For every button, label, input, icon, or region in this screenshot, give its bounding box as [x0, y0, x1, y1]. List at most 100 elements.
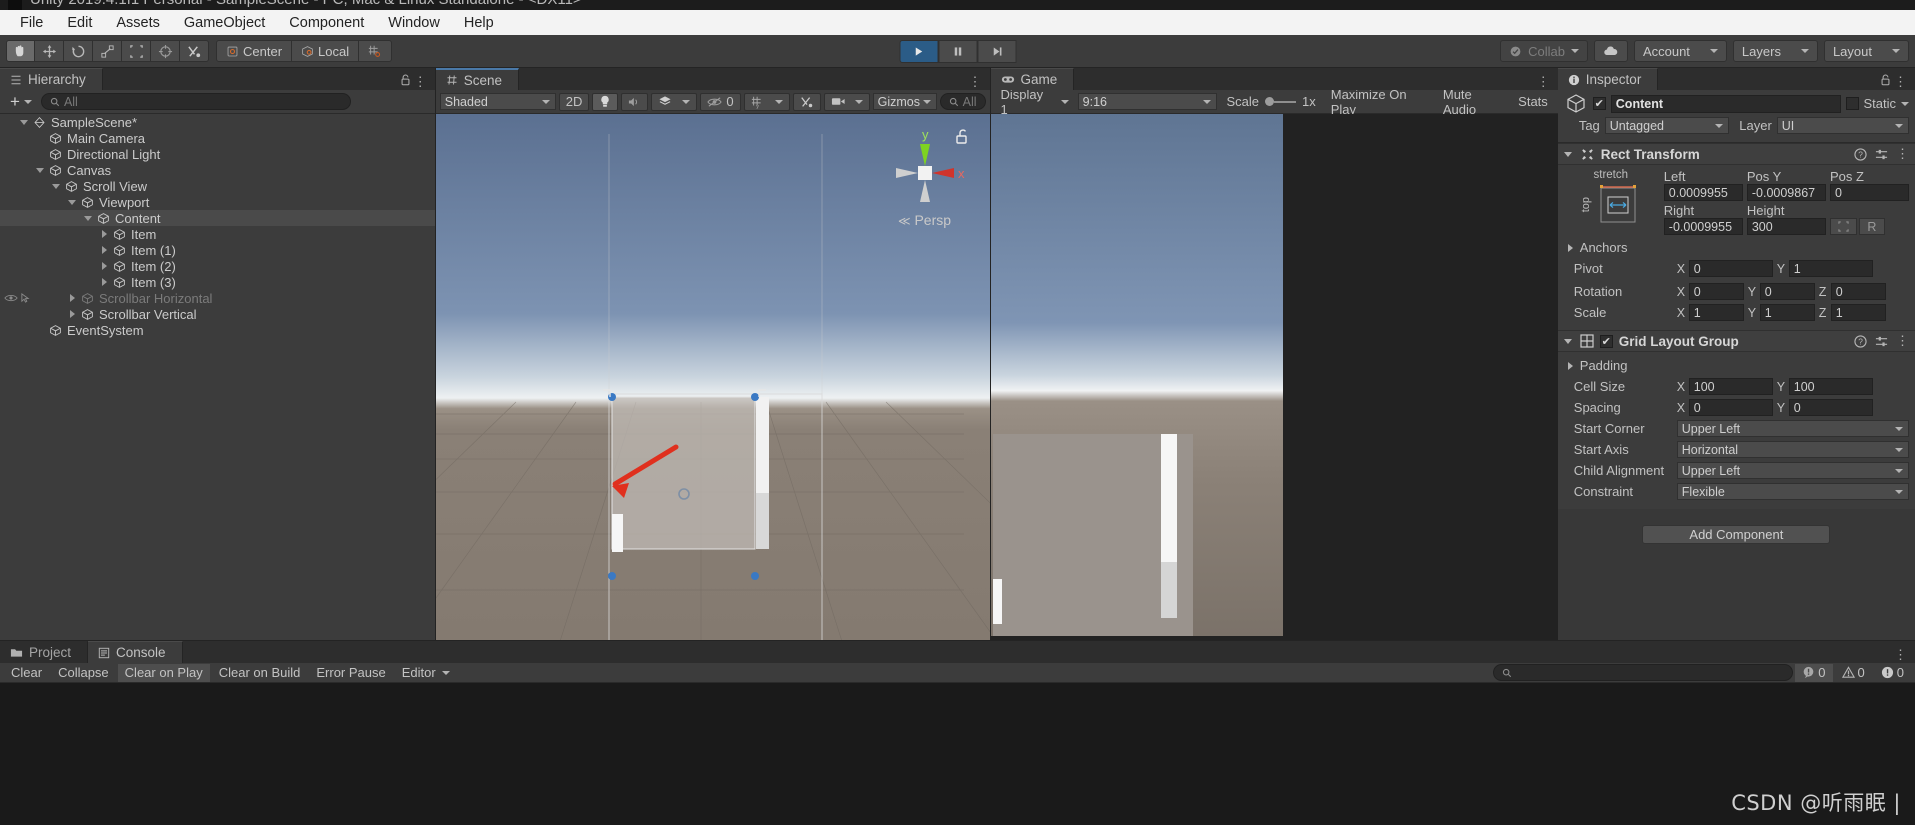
expand-arrow-icon[interactable] [84, 213, 94, 223]
rect-height-input[interactable]: 300 [1746, 218, 1826, 235]
expand-arrow-icon[interactable] [100, 229, 110, 239]
rotation-y-input[interactable]: 0 [1759, 283, 1815, 300]
rect-tool-button[interactable] [122, 40, 151, 62]
spacing-x-input[interactable]: 0 [1688, 399, 1773, 416]
console-counter-warning[interactable]: 0 [1835, 664, 1872, 682]
object-enabled-checkbox[interactable]: ✔ [1592, 97, 1606, 110]
game-display-dropdown[interactable]: Display 1 [995, 87, 1075, 117]
menu-item-gameobject[interactable]: GameObject [172, 13, 277, 33]
console-search-input[interactable] [1493, 664, 1794, 681]
hierarchy-item-scrollbar-vertical[interactable]: Scrollbar Vertical [0, 306, 435, 322]
start-axis-dropdown[interactable]: Horizontal [1676, 441, 1910, 458]
rect-transform-menu-icon[interactable]: ⋮ [1896, 146, 1909, 162]
hierarchy-item-samplescene[interactable]: SampleScene* [0, 114, 435, 130]
tab-project[interactable]: Project [0, 641, 89, 663]
static-checkbox[interactable] [1845, 97, 1859, 110]
tag-dropdown[interactable]: Untagged [1604, 117, 1729, 134]
menu-item-component[interactable]: Component [277, 13, 376, 33]
scene-fx-button[interactable] [651, 92, 698, 111]
hierarchy-item-scrollbar-horizontal[interactable]: Scrollbar Horizontal [0, 290, 435, 306]
scene-draw-mode-dropdown[interactable]: Shaded [439, 93, 556, 110]
grid-layout-group-header[interactable]: ✔ Grid Layout Group ? ⋮ [1557, 330, 1915, 352]
scale-tool-button[interactable] [93, 40, 122, 62]
add-component-button[interactable]: Add Component [1642, 525, 1831, 544]
expand-arrow-icon[interactable] [68, 293, 78, 303]
expand-arrow-icon[interactable] [52, 181, 62, 191]
game-maximize-button[interactable]: Maximize On Play [1325, 87, 1434, 117]
rect-right-input[interactable]: -0.0009955 [1663, 218, 1743, 235]
hierarchy-item-eventsystem[interactable]: EventSystem [0, 322, 435, 338]
expand-arrow-icon[interactable] [100, 277, 110, 287]
console-collapse-button[interactable]: Collapse [51, 664, 116, 682]
inspector-lock-icon[interactable] [1880, 73, 1891, 89]
foldout-icon[interactable] [1566, 243, 1576, 253]
console-menu-icon[interactable]: ⋮ [1886, 647, 1915, 663]
scene-camera-button[interactable] [823, 92, 870, 111]
scene-gizmos-dropdown[interactable]: Gizmos [872, 93, 937, 110]
expand-arrow-icon[interactable] [68, 309, 78, 319]
scene-view-gizmo[interactable]: y x ≪ Persp [876, 122, 974, 230]
account-button[interactable]: Account [1633, 40, 1727, 62]
hierarchy-item-item-1[interactable]: Item (1) [0, 242, 435, 258]
visibility-toggle-column[interactable] [0, 290, 34, 306]
scene-2d-button[interactable]: 2D [558, 92, 590, 111]
pivot-x-input[interactable]: 0 [1688, 260, 1773, 277]
game-scale-slider[interactable]: Scale 1x [1220, 93, 1321, 111]
pause-button[interactable] [938, 39, 977, 63]
game-viewport[interactable] [990, 114, 1558, 640]
hand-tool-button[interactable] [6, 40, 35, 62]
cell-size-x-input[interactable]: 100 [1688, 378, 1773, 395]
scene-lighting-button[interactable] [592, 92, 619, 111]
hierarchy-item-item-3[interactable]: Item (3) [0, 274, 435, 290]
menu-item-window[interactable]: Window [376, 13, 452, 33]
pivot-y-input[interactable]: 1 [1788, 260, 1873, 277]
step-button[interactable] [977, 39, 1016, 63]
menu-item-help[interactable]: Help [452, 13, 506, 33]
pivot-mode-button[interactable]: Center [216, 40, 293, 62]
game-stats-button[interactable]: Stats [1512, 93, 1554, 111]
scene-hidden-objects-button[interactable]: 0 [700, 92, 741, 111]
hierarchy-item-directional-light[interactable]: Directional Light [0, 146, 435, 162]
console-clear-on-build-button[interactable]: Clear on Build [212, 664, 308, 682]
grid-layout-menu-icon[interactable]: ⋮ [1896, 333, 1909, 349]
scene-grid-button[interactable]: y [743, 92, 790, 111]
grid-snap-button[interactable] [359, 40, 393, 62]
menu-item-file[interactable]: File [8, 13, 55, 33]
hierarchy-lock-icon[interactable] [400, 73, 411, 89]
console-error-pause-button[interactable]: Error Pause [309, 664, 392, 682]
hierarchy-item-viewport[interactable]: Viewport [0, 194, 435, 210]
console-editor-button[interactable]: Editor [395, 664, 457, 682]
layers-button[interactable]: Layers [1732, 40, 1818, 62]
menu-item-assets[interactable]: Assets [104, 13, 172, 33]
grid-layout-enabled-checkbox[interactable]: ✔ [1599, 334, 1613, 348]
visibility-toggle-column[interactable] [0, 322, 34, 338]
scale-y-input[interactable]: 1 [1759, 304, 1815, 321]
hierarchy-item-scroll-view[interactable]: Scroll View [0, 178, 435, 194]
hierarchy-item-canvas[interactable]: Canvas [0, 162, 435, 178]
menu-item-edit[interactable]: Edit [55, 13, 104, 33]
layout-button[interactable]: Layout [1823, 40, 1909, 62]
move-tool-button[interactable] [35, 40, 64, 62]
child-alignment-dropdown[interactable]: Upper Left [1676, 462, 1910, 479]
expand-arrow-icon[interactable] [36, 165, 46, 175]
visibility-toggle-column[interactable] [0, 306, 34, 322]
hierarchy-tree[interactable]: SampleScene* Main Camera Directional Light… [0, 114, 435, 640]
rect-posz-input[interactable]: 0 [1829, 184, 1910, 201]
rect-left-input[interactable]: 0.0009955 [1663, 184, 1743, 201]
foldout-icon[interactable] [1563, 149, 1574, 159]
rect-posy-input[interactable]: -0.0009867 [1746, 184, 1826, 201]
expand-arrow-icon[interactable] [100, 245, 110, 255]
start-corner-dropdown[interactable]: Upper Left [1676, 420, 1910, 437]
handle-space-button[interactable]: Local [292, 40, 360, 62]
layer-dropdown[interactable]: UI [1776, 117, 1910, 134]
hierarchy-item-item[interactable]: Item [0, 226, 435, 242]
play-button[interactable] [899, 39, 938, 63]
constraint-dropdown[interactable]: Flexible [1676, 483, 1910, 500]
rotate-tool-button[interactable] [64, 40, 93, 62]
tab-scene[interactable]: Scene [435, 68, 520, 90]
cloud-button[interactable] [1593, 40, 1628, 62]
expand-arrow-icon[interactable] [100, 261, 110, 271]
console-clear-on-play-button[interactable]: Clear on Play [117, 663, 210, 682]
hierarchy-item-main-camera[interactable]: Main Camera [0, 130, 435, 146]
game-menu-icon[interactable]: ⋮ [1529, 74, 1558, 90]
